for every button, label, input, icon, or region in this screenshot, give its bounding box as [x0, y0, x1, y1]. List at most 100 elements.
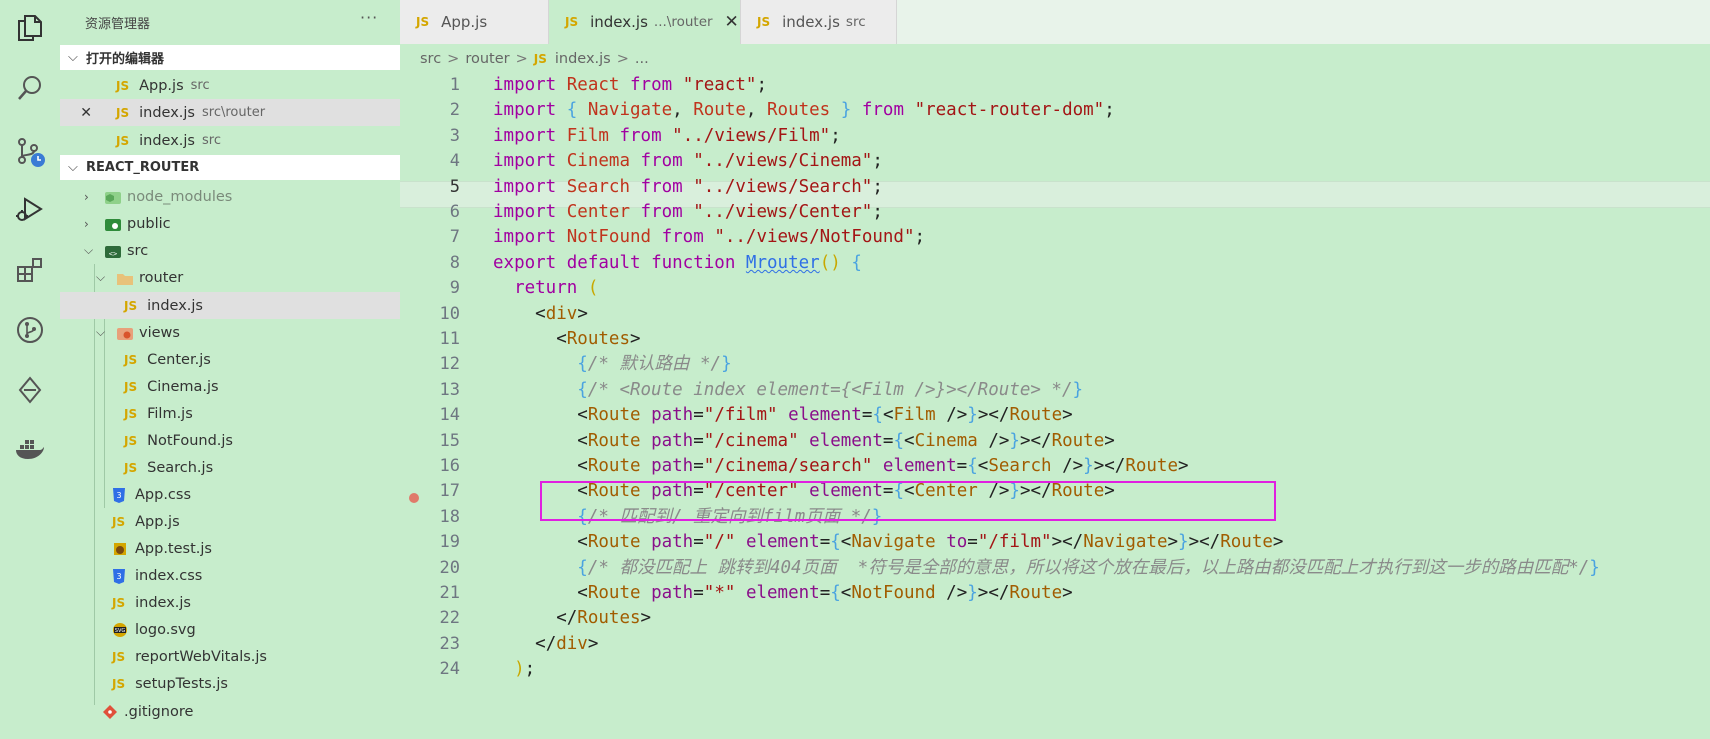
code-editor[interactable]: 1 import React from "react"; 2 import { Nav… [400, 72, 1710, 739]
file-name: reportWebVitals.js [135, 648, 267, 665]
tree-folder-views[interactable]: ⌵ views [60, 319, 400, 346]
tree-file-router-index[interactable]: JS index.js [60, 292, 400, 319]
code-text: import Film from "../views/Film"; [493, 125, 841, 146]
chevron-down-icon: ⌵ [84, 243, 94, 257]
js-file-icon: JS [116, 78, 130, 93]
tree-file[interactable]: SVG logo.svg [60, 616, 400, 643]
code-line[interactable]: 10 <div> [400, 301, 1710, 329]
code-line[interactable]: 3 import Film from "../views/Film"; [400, 123, 1710, 151]
open-editor-item[interactable]: JS index.js src [60, 127, 400, 154]
code-line[interactable]: 19 <Route path="/" element={<Navigate to… [400, 529, 1710, 557]
code-text: <Routes> [556, 329, 641, 349]
code-line[interactable]: 2 import { Navigate, Route, Routes } from… [400, 97, 1710, 125]
line-number: 8 [449, 252, 460, 273]
breadcrumb-item[interactable]: router [465, 51, 509, 67]
tree-file[interactable]: JS Film.js [60, 400, 400, 427]
chevron-right-icon: › [84, 189, 89, 204]
tree-file[interactable]: JS Center.js [60, 346, 400, 373]
line-number: 16 [439, 456, 460, 476]
chevron-down-icon: ⌵ [68, 160, 78, 175]
css-file-icon: 3 [113, 487, 125, 503]
tree-folder-router[interactable]: ⌵ router [60, 264, 400, 291]
code-line[interactable]: 20 {/* 都没匹配上 跳转到404页面 *符号是全部的意思，所以将这个放在最… [400, 555, 1710, 583]
code-line[interactable]: 24 ); [400, 656, 1710, 684]
search-icon[interactable] [14, 72, 46, 104]
code-line[interactable]: 22 </Routes> [400, 605, 1710, 633]
tree-file[interactable]: 3 index.css [60, 562, 400, 589]
js-file-icon: JS [112, 595, 126, 610]
tree-file[interactable]: JS App.js [60, 508, 400, 535]
js-file-icon: JS [565, 15, 579, 29]
source-control-icon[interactable] [14, 136, 46, 168]
code-text: import React from "react"; [493, 75, 768, 95]
code-line[interactable]: 4 import Cinema from "../views/Cinema"; [400, 148, 1710, 176]
code-line[interactable]: 16 <Route path="/cinema/search" element=… [400, 453, 1710, 481]
code-line[interactable]: 14 <Route path="/film" element={<Film />… [400, 402, 1710, 430]
file-path: src [190, 78, 210, 93]
explorer-title: 资源管理器 [85, 17, 151, 32]
git-graph-icon[interactable] [14, 314, 46, 346]
explorer-icon[interactable] [14, 12, 46, 44]
tab-src-index-js[interactable]: JS index.js src [741, 0, 897, 44]
code-line[interactable]: 8 export default function Mrouter() { [400, 250, 1710, 278]
tree-file[interactable]: JS Search.js [60, 454, 400, 481]
code-text: <Route path="/cinema" element={<Cinema /… [577, 430, 1115, 451]
code-text: {/* 都没匹配上 跳转到404页面 *符号是全部的意思，所以将这个放在最后，以… [577, 557, 1600, 578]
node-folder-icon [105, 191, 121, 204]
js-file-icon: JS [112, 676, 126, 691]
breadcrumb-item[interactable]: index.js [555, 51, 611, 67]
breadcrumb-item[interactable]: ... [635, 51, 649, 67]
tree-file[interactable]: .gitignore [60, 698, 400, 725]
code-line[interactable]: 7 import NotFound from "../views/NotFound… [400, 224, 1710, 252]
code-line[interactable]: 9 return ( [400, 275, 1710, 303]
code-line[interactable]: 5 import Search from "../views/Search"; [400, 174, 1710, 202]
code-line[interactable]: 6 import Center from "../views/Center"; [400, 199, 1710, 227]
tree-folder-src[interactable]: ⌵ <> src [60, 237, 400, 264]
tab-router-index-js[interactable]: JS index.js ...\router ✕ [549, 0, 741, 44]
open-editors-header[interactable]: ⌵ 打开的编辑器 [60, 45, 400, 70]
code-line[interactable]: 15 <Route path="/cinema" element={<Cinem… [400, 428, 1710, 456]
line-number: 1 [449, 75, 460, 95]
remote-explorer-icon[interactable] [14, 374, 46, 406]
tree-file[interactable]: JS setupTests.js [60, 670, 400, 697]
tree-folder-node-modules[interactable]: › node_modules [60, 183, 400, 210]
run-debug-icon[interactable] [14, 194, 46, 226]
js-file-icon: JS [533, 52, 547, 66]
code-line[interactable]: 21 <Route path="*" element={<NotFound />… [400, 580, 1710, 608]
docker-icon[interactable] [14, 434, 46, 466]
project-header[interactable]: ⌵ REACT_ROUTER [60, 155, 400, 180]
file-name: index.js [147, 297, 203, 314]
js-file-icon: JS [124, 379, 138, 394]
editor-tabs: JS App.js JS index.js ...\router ✕ JS in… [400, 0, 1710, 44]
tree-file[interactable]: 3 App.css [60, 481, 400, 508]
tree-file[interactable]: JS NotFound.js [60, 427, 400, 454]
open-editor-item[interactable]: JS App.js src [60, 72, 400, 99]
line-number: 14 [439, 405, 460, 426]
code-line[interactable]: 23 </div> [400, 631, 1710, 659]
line-number: 24 [439, 659, 460, 680]
code-text: </Routes> [556, 608, 652, 629]
tab-app-js[interactable]: JS App.js [400, 0, 549, 44]
more-actions-icon[interactable]: ··· [360, 8, 378, 27]
file-name: index.js [139, 104, 195, 121]
tree-file[interactable]: JS index.js [60, 589, 400, 616]
open-editor-item-active[interactable]: ✕ JS index.js src\router [60, 99, 400, 126]
code-line[interactable]: 13 {/* <Route index element={<Film />}><… [400, 377, 1710, 405]
svg-text:SVG: SVG [115, 628, 126, 634]
tree-folder-public[interactable]: › public [60, 210, 400, 237]
breakpoint-dot[interactable] [409, 493, 419, 503]
tree-file[interactable]: JS Cinema.js [60, 373, 400, 400]
breadcrumb-item[interactable]: src [420, 51, 441, 67]
file-path: src [201, 133, 221, 148]
js-file-icon: JS [757, 15, 771, 29]
code-line[interactable]: 12 {/* 默认路由 */} [400, 351, 1710, 379]
file-name: App.test.js [135, 540, 212, 557]
close-icon[interactable]: ✕ [60, 105, 92, 121]
code-line[interactable]: 1 import React from "react"; [400, 72, 1710, 100]
tree-file[interactable]: JS reportWebVitals.js [60, 643, 400, 670]
file-name: .gitignore [124, 703, 194, 720]
code-line[interactable]: 11 <Routes> [400, 326, 1710, 354]
close-icon[interactable]: ✕ [725, 12, 739, 32]
tree-file[interactable]: App.test.js [60, 535, 400, 562]
extensions-icon[interactable] [14, 254, 46, 286]
